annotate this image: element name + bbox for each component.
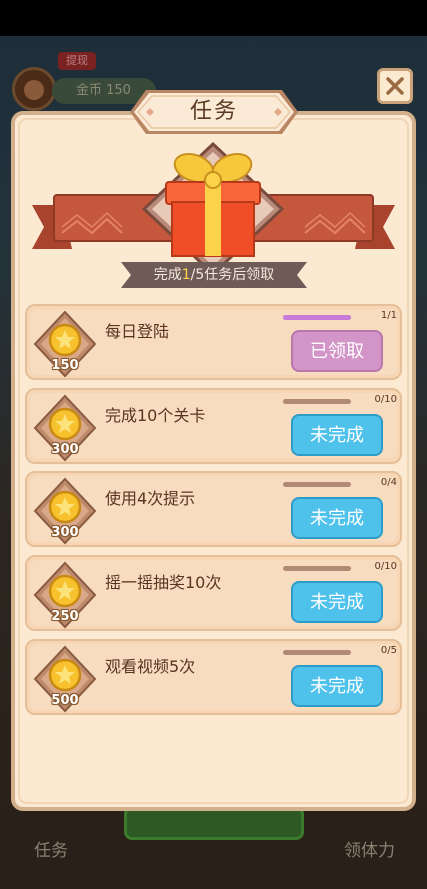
task-card: 500 观看视频5次 0/5 未完成	[25, 639, 402, 715]
claim-condition-text: 完成1/5任务后领取	[121, 260, 307, 290]
reward-coin-box: 300	[33, 477, 97, 545]
withdraw-tag[interactable]: 提现	[58, 52, 96, 70]
reward-coin-box: 500	[33, 645, 97, 713]
claim-suffix: /5任务后领取	[190, 267, 275, 283]
task-name: 使用4次提示	[105, 489, 196, 508]
progress-fill	[283, 315, 351, 320]
status-bar	[0, 0, 427, 36]
task-card: 150 每日登陆 1/1 已领取	[25, 304, 402, 380]
reward-amount: 300	[51, 442, 79, 457]
task-name: 摇一摇抽奖10次	[105, 573, 222, 592]
incomplete-button[interactable]: 未完成	[291, 581, 383, 623]
progress-text: 0/4	[380, 477, 397, 488]
task-card: 300 使用4次提示 0/4 未完成	[25, 471, 402, 547]
claimed-button[interactable]: 已领取	[291, 330, 383, 372]
claim-banner: 完成1/5任务后领取	[121, 260, 307, 290]
progress-bar	[283, 315, 351, 320]
incomplete-button[interactable]: 未完成	[291, 665, 383, 707]
incomplete-button[interactable]: 未完成	[291, 414, 383, 456]
dialog-title: 任务	[189, 99, 238, 124]
task-name: 观看视频5次	[105, 657, 196, 676]
reward-coin-box: 300	[33, 394, 97, 462]
progress-text: 0/5	[380, 645, 397, 656]
reward-amount: 300	[51, 525, 79, 540]
task-card: 300 完成10个关卡 0/10 未完成	[25, 388, 402, 464]
dialog-title-plaque: 任务	[128, 88, 300, 136]
gift-box-icon	[142, 142, 284, 276]
task-card: 250 摇一摇抽奖10次 0/10 未完成	[25, 555, 402, 631]
progress-text: 0/10	[374, 394, 397, 405]
reward-amount: 500	[51, 693, 79, 708]
task-name: 每日登陆	[105, 322, 170, 341]
task-name: 完成10个关卡	[105, 406, 206, 425]
progress-text: 1/1	[380, 310, 397, 321]
close-button[interactable]	[377, 68, 413, 104]
claim-prefix: 完成	[153, 267, 182, 283]
claim-count: 1	[181, 267, 191, 283]
incomplete-button[interactable]: 未完成	[291, 497, 383, 539]
tab-tasks-label[interactable]: 任务	[34, 836, 68, 861]
progress-bar	[283, 399, 351, 404]
tab-stamina-label[interactable]: 领体力	[344, 836, 395, 861]
progress-bar	[283, 650, 351, 655]
reward-coin-box: 250	[33, 561, 97, 629]
reward-coin-box: 150	[33, 310, 97, 378]
progress-text: 0/10	[374, 561, 397, 572]
reward-amount: 250	[51, 609, 79, 624]
progress-bar	[283, 566, 351, 571]
reward-amount: 150	[51, 358, 79, 373]
avatar[interactable]	[12, 67, 56, 111]
progress-bar	[283, 482, 351, 487]
close-icon	[386, 77, 404, 95]
start-button-bg	[124, 806, 304, 840]
